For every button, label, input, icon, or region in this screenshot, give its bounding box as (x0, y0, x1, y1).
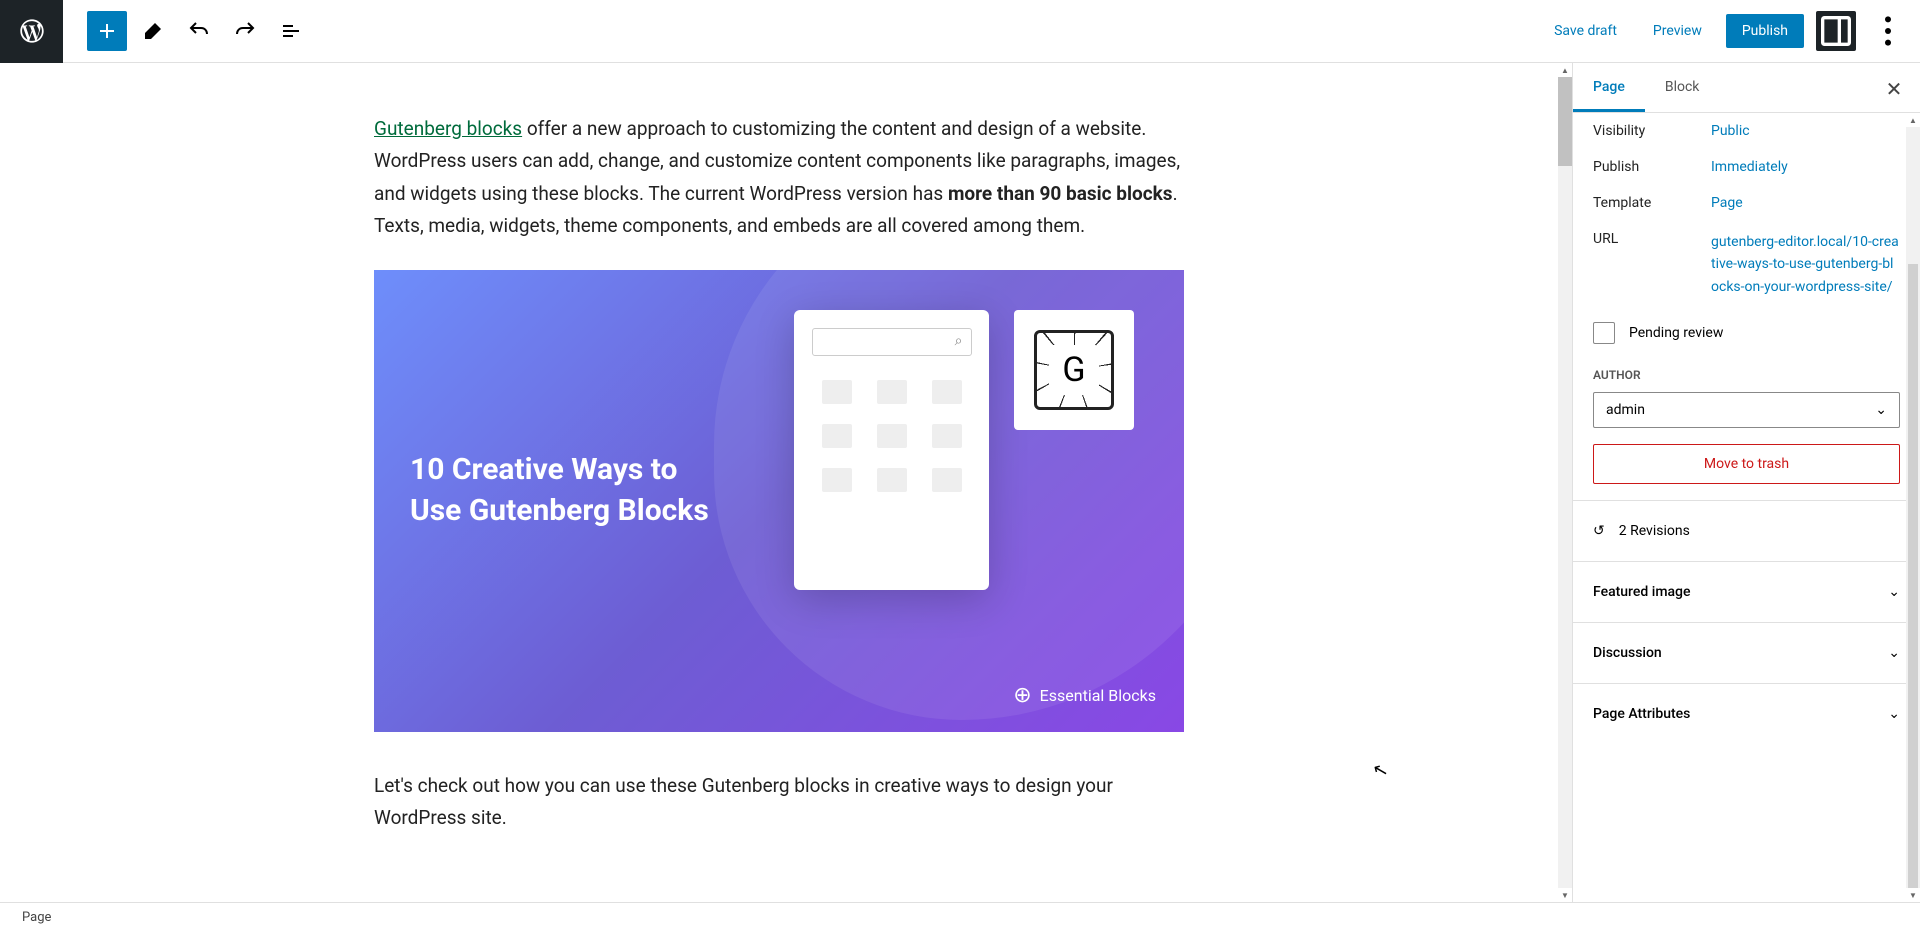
move-to-trash-button[interactable]: Move to trash (1593, 444, 1900, 484)
close-sidebar-button[interactable]: ✕ (1880, 75, 1908, 103)
document-overview-button[interactable] (271, 11, 311, 51)
publish-button[interactable]: Publish (1726, 14, 1804, 48)
wordpress-logo[interactable] (0, 0, 63, 63)
save-draft-button[interactable]: Save draft (1542, 15, 1629, 47)
image-block[interactable]: 10 Creative Ways toUse Gutenberg Blocks … (374, 270, 1184, 732)
edit-tool-button[interactable] (133, 11, 173, 51)
settings-sidebar-toggle[interactable] (1816, 11, 1856, 51)
url-row[interactable]: URLgutenberg-editor.local/10-creative-wa… (1573, 221, 1920, 308)
preview-button[interactable]: Preview (1641, 15, 1714, 47)
author-label: AUTHOR (1573, 358, 1920, 388)
essential-blocks-label: Essential Blocks (1013, 683, 1156, 708)
paragraph-block[interactable]: Gutenberg blocks offer a new approach to… (374, 113, 1184, 242)
featured-image-panel[interactable]: Featured image⌄ (1573, 568, 1920, 616)
settings-sidebar: Page Block ✕ VisibilityPublic PublishImm… (1572, 63, 1920, 902)
chevron-down-icon: ⌄ (1888, 584, 1900, 600)
options-menu-button[interactable] (1868, 11, 1908, 51)
chevron-down-icon: ⌄ (1888, 706, 1900, 722)
editor-toolbar: Save draft Preview Publish (0, 0, 1920, 63)
author-select[interactable]: admin⌄ (1593, 392, 1900, 428)
breadcrumb[interactable]: Page (22, 910, 51, 925)
paragraph-block[interactable]: Let's check out how you can use these Gu… (374, 770, 1184, 835)
template-row[interactable]: TemplatePage (1573, 185, 1920, 221)
revisions-button[interactable]: ↺2 Revisions (1573, 507, 1920, 555)
add-block-button[interactable] (87, 11, 127, 51)
pending-review-checkbox[interactable]: Pending review (1573, 308, 1920, 358)
editor-canvas[interactable]: Gutenberg blocks offer a new approach to… (0, 63, 1572, 902)
publish-row[interactable]: PublishImmediately (1573, 149, 1920, 185)
chevron-down-icon: ⌄ (1888, 645, 1900, 661)
gutenberg-link[interactable]: Gutenberg blocks (374, 117, 522, 140)
tab-block[interactable]: Block (1645, 63, 1720, 112)
editor-scrollbar[interactable]: ▲ ▼ (1558, 63, 1572, 902)
redo-button[interactable] (225, 11, 265, 51)
history-icon: ↺ (1593, 523, 1605, 539)
tab-page[interactable]: Page (1573, 63, 1645, 112)
undo-button[interactable] (179, 11, 219, 51)
visibility-row[interactable]: VisibilityPublic (1573, 113, 1920, 149)
chevron-down-icon: ⌄ (1875, 402, 1887, 418)
page-attributes-panel[interactable]: Page Attributes⌄ (1573, 690, 1920, 738)
editor-footer: Page (0, 902, 1920, 932)
discussion-panel[interactable]: Discussion⌄ (1573, 629, 1920, 677)
sidebar-scrollbar[interactable]: ▲▼ (1906, 113, 1920, 902)
